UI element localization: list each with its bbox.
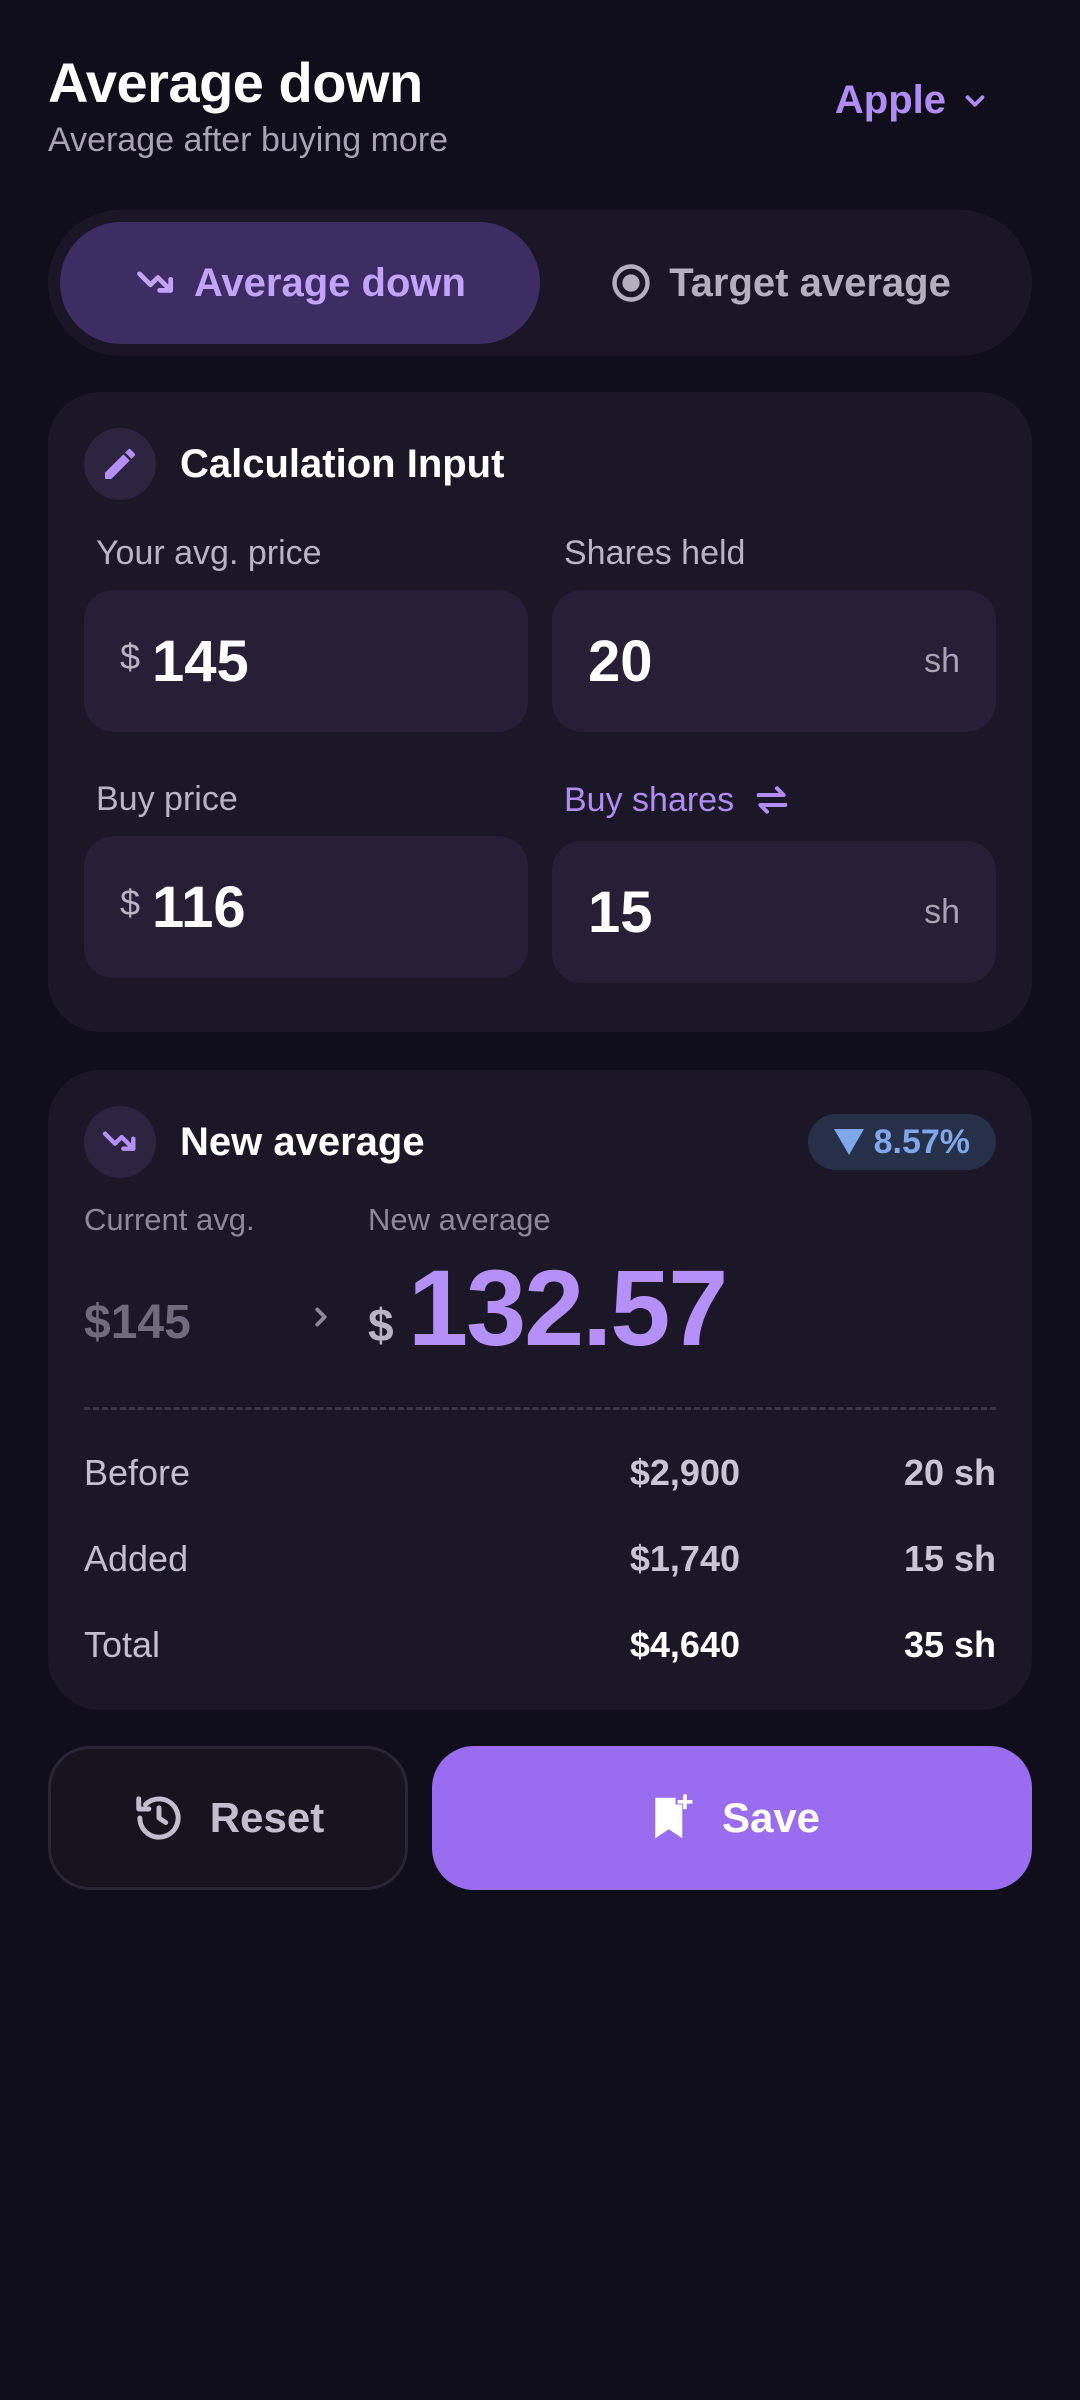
- stock-selector[interactable]: Apple: [835, 78, 990, 123]
- currency-symbol: $: [120, 636, 141, 677]
- reset-label: Reset: [209, 1794, 325, 1841]
- buy-shares-value: 15: [588, 879, 653, 945]
- row-label: Before: [84, 1452, 191, 1493]
- summary-row-total: Total $4,640 35 sh: [84, 1624, 996, 1684]
- card-header: New average: [84, 1106, 425, 1178]
- new-avg-value: 132.57: [408, 1247, 728, 1368]
- divider: [84, 1407, 996, 1410]
- buy-price-value: 116: [152, 874, 246, 940]
- summary-row: Added $1,740 15 sh: [84, 1538, 996, 1598]
- new-avg-currency: $: [368, 1299, 394, 1351]
- target-icon: [612, 264, 650, 302]
- row-amount: $4,640: [629, 1624, 740, 1665]
- row-shares: 20 sh: [903, 1452, 996, 1493]
- new-avg-label: New average: [368, 1202, 551, 1237]
- summary-row: Before $2,900 20 sh: [84, 1452, 996, 1512]
- buy-price-input[interactable]: $ 116: [84, 836, 528, 978]
- avg-price-label: Your avg. price: [96, 534, 322, 572]
- average-down-screen: Average down Average after buying more A…: [0, 0, 1080, 2400]
- tab-label: Average down: [194, 260, 466, 305]
- trending-down-icon: [137, 271, 174, 293]
- row-amount: $2,900: [629, 1452, 740, 1493]
- save-button[interactable]: Save: [432, 1746, 1032, 1890]
- reset-button[interactable]: Reset: [48, 1746, 408, 1890]
- change-badge: 8.57%: [807, 1114, 996, 1170]
- currency-symbol: $: [120, 882, 141, 923]
- avg-price-value: 145: [152, 628, 249, 694]
- shares-held-label: Shares held: [564, 534, 746, 572]
- row-amount: $1,740: [629, 1538, 740, 1579]
- tab-average-down[interactable]: Average down: [60, 222, 540, 344]
- card-title: New average: [180, 1119, 425, 1164]
- tab-target-average[interactable]: Target average: [540, 222, 1020, 344]
- shares-held-input[interactable]: 20 sh: [552, 590, 996, 732]
- current-avg-label: Current avg.: [84, 1202, 255, 1237]
- tab-label: Target average: [669, 260, 951, 305]
- mode-toggle: Average down Target average: [48, 210, 1032, 356]
- stock-name: Apple: [834, 78, 946, 122]
- row-shares: 15 sh: [903, 1538, 996, 1579]
- card-title: Calculation Input: [180, 441, 505, 486]
- swap-icon: [756, 786, 788, 814]
- page-subtitle: Average after buying more: [48, 121, 449, 159]
- change-percent: 8.57%: [873, 1122, 970, 1161]
- card-header: Calculation Input: [84, 428, 504, 500]
- down-triangle-icon: [833, 1129, 864, 1155]
- pencil-icon: [84, 428, 156, 500]
- history-icon: [136, 1796, 181, 1840]
- chevron-right-icon: [315, 1307, 327, 1327]
- avg-price-input[interactable]: $ 145: [84, 590, 528, 732]
- trending-down-icon: [84, 1106, 156, 1178]
- unit-label: sh: [924, 892, 960, 931]
- buy-shares-label: Buy shares: [564, 780, 735, 819]
- row-shares: 35 sh: [903, 1624, 996, 1665]
- header: Average down Average after buying more A…: [48, 48, 1032, 168]
- save-label: Save: [721, 1794, 821, 1841]
- bookmark-add-icon: [655, 1794, 693, 1839]
- unit-label: sh: [924, 641, 960, 680]
- calculation-input-card: Calculation Input Your avg. price $ 145 …: [48, 392, 1032, 1032]
- row-label: Added: [84, 1538, 189, 1579]
- row-label: Total: [84, 1624, 161, 1665]
- buy-shares-toggle[interactable]: Buy shares: [564, 780, 792, 820]
- buy-price-label: Buy price: [96, 780, 238, 818]
- chevron-down-icon: [965, 94, 985, 107]
- buy-shares-input[interactable]: 15 sh: [552, 841, 996, 983]
- new-average-card: New average 8.57% Current avg. New avera…: [48, 1070, 1032, 1710]
- shares-held-value: 20: [588, 628, 653, 694]
- current-avg-value: $145: [84, 1296, 191, 1349]
